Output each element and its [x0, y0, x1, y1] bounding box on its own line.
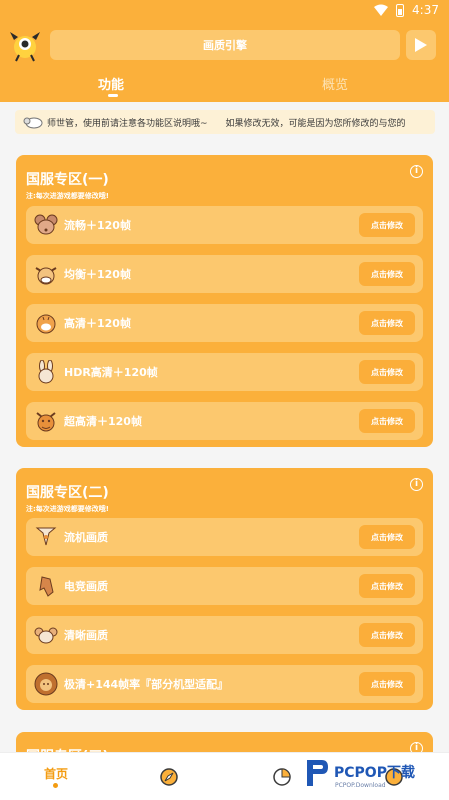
- item-label: HDR高清＋120帧: [64, 366, 158, 379]
- modify-button[interactable]: 点击修改: [359, 311, 415, 335]
- tab-function[interactable]: 功能: [98, 74, 124, 93]
- list-item: HDR高清＋120帧 点击修改: [26, 353, 423, 391]
- list-item: 清晰画质 点击修改: [26, 616, 423, 654]
- status-time: 4:37: [412, 3, 439, 17]
- item-label: 均衡＋120帧: [64, 268, 131, 281]
- nav-active-dot: [53, 783, 58, 788]
- item-label: 超高清＋120帧: [64, 415, 142, 428]
- modify-button[interactable]: 点击修改: [359, 525, 415, 549]
- modify-button[interactable]: 点击修改: [359, 360, 415, 384]
- compass-icon[interactable]: [159, 767, 179, 787]
- item-label: 流机画质: [64, 531, 108, 544]
- snake-icon: [35, 527, 57, 546]
- list-item: 高清＋120帧 点击修改: [26, 304, 423, 342]
- engine-title-button[interactable]: 画质引擎: [50, 30, 400, 60]
- list-item: 极清+144帧率『部分机型适配』 点击修改: [26, 665, 423, 703]
- notice-text: 师世管，使用前请注意各功能区说明哦~ 如果修改无效，可能是因为您所修改的与您的: [47, 118, 406, 129]
- lion-icon: [34, 672, 58, 696]
- status-bar: 4:37: [0, 0, 449, 22]
- section-subtitle: 注:每次进游戏都要修改哦!: [26, 505, 109, 513]
- section-subtitle: 注:每次进游戏都要修改哦!: [26, 192, 109, 200]
- app-logo-icon: [10, 32, 40, 62]
- battery-icon: [396, 3, 405, 17]
- list-item: 流机画质 点击修改: [26, 518, 423, 556]
- watermark-brand: PCPOP下载: [334, 765, 415, 781]
- tiger-icon: [36, 314, 56, 334]
- modify-button[interactable]: 点击修改: [359, 262, 415, 286]
- section-cn-2: 国服专区(二) 注:每次进游戏都要修改哦! i 流机画质 点击修改 电竞画质 点…: [16, 468, 433, 710]
- info-icon[interactable]: i: [410, 165, 423, 178]
- horse-icon: [39, 576, 54, 597]
- app-header: 画质引擎 功能 概览: [0, 22, 449, 102]
- tab-overview[interactable]: 概览: [322, 74, 348, 93]
- item-label: 流畅＋120帧: [64, 219, 131, 232]
- item-label: 高清＋120帧: [64, 317, 131, 330]
- pie-chart-icon[interactable]: [272, 767, 292, 787]
- modify-button[interactable]: 点击修改: [359, 623, 415, 647]
- goat-icon: [34, 627, 58, 644]
- wifi-icon: [374, 4, 389, 16]
- modify-button[interactable]: 点击修改: [359, 672, 415, 696]
- notice-banner: 师世管，使用前请注意各功能区说明哦~ 如果修改无效，可能是因为您所修改的与您的: [15, 110, 435, 134]
- rabbit-icon: [38, 360, 54, 384]
- list-item: 电竞画质 点击修改: [26, 567, 423, 605]
- item-label: 极清+144帧率『部分机型适配』: [64, 678, 229, 691]
- section-title: 国服专区(一): [26, 172, 109, 188]
- ox-icon: [35, 267, 57, 285]
- item-label: 电竞画质: [64, 580, 108, 593]
- play-button[interactable]: [406, 30, 436, 60]
- section-cn-1: 国服专区(一) 注:每次进游戏都要修改哦! i 流畅＋120帧 点击修改 均衡＋…: [16, 155, 433, 447]
- info-icon[interactable]: i: [410, 478, 423, 491]
- item-label: 清晰画质: [64, 629, 108, 642]
- dragon-icon: [36, 412, 56, 432]
- tab-indicator: [108, 94, 118, 97]
- mouse-icon: [34, 214, 58, 235]
- modify-button[interactable]: 点击修改: [359, 213, 415, 237]
- list-item: 均衡＋120帧 点击修改: [26, 255, 423, 293]
- section-title: 国服专区(二): [26, 485, 109, 501]
- watermark-sub: PCPOP.Download: [335, 782, 386, 789]
- list-item: 流畅＋120帧 点击修改: [26, 206, 423, 244]
- modify-button[interactable]: 点击修改: [359, 409, 415, 433]
- nav-home[interactable]: 首页: [44, 765, 68, 782]
- list-item: 超高清＋120帧 点击修改: [26, 402, 423, 440]
- play-icon: [415, 38, 427, 52]
- watermark: PCPOP下载 PCPOP.Download: [300, 752, 449, 800]
- sheep-icon: [23, 117, 43, 129]
- pcpop-logo-icon: [307, 760, 328, 786]
- modify-button[interactable]: 点击修改: [359, 574, 415, 598]
